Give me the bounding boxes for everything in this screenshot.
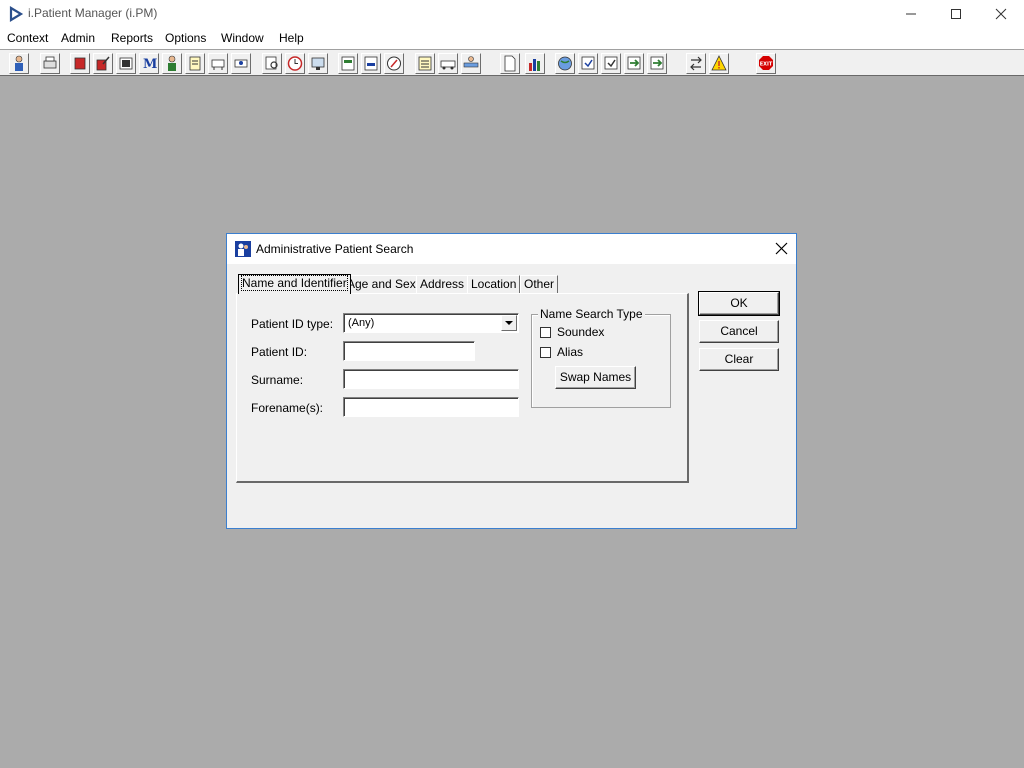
swap-names-button[interactable]: Swap Names <box>555 366 636 389</box>
book-icon[interactable] <box>70 53 90 74</box>
svg-text:M: M <box>143 57 157 72</box>
surname-input[interactable] <box>343 369 519 389</box>
clock-icon[interactable] <box>285 53 305 74</box>
transfer-icon[interactable] <box>624 53 644 74</box>
tab-age-and-sex[interactable]: Age and Sex <box>343 275 420 294</box>
transfer-2-icon[interactable] <box>647 53 667 74</box>
tab-address[interactable]: Address <box>416 275 469 294</box>
referral-icon[interactable] <box>208 53 228 74</box>
soundex-label: Soundex <box>557 325 605 339</box>
compass-icon[interactable] <box>384 53 404 74</box>
search-doc-icon[interactable] <box>262 53 282 74</box>
app-title: i.Patient Manager (i.PM) <box>28 6 158 20</box>
menu-window[interactable]: Window <box>221 31 264 45</box>
alias-checkbox[interactable] <box>540 347 551 358</box>
letter-m-icon[interactable]: M <box>139 53 159 74</box>
name-search-type-legend: Name Search Type <box>538 307 645 321</box>
surname-label: Surname: <box>251 373 304 387</box>
bar-chart-icon[interactable] <box>525 53 545 74</box>
clear-button[interactable]: Clear <box>699 348 779 371</box>
menu-reports[interactable]: Reports <box>111 31 153 45</box>
chart-card-2-icon[interactable] <box>361 53 381 74</box>
patient-id-type-select[interactable]: (Any) <box>343 313 519 333</box>
minimize-button[interactable] <box>888 0 934 28</box>
menu-help[interactable]: Help <box>279 31 304 45</box>
person-icon[interactable] <box>9 53 29 74</box>
app-title-bar: i.Patient Manager (i.PM) <box>0 0 1024 28</box>
tab-name-and-identifier[interactable]: Name and Identifier <box>238 274 351 294</box>
bed-icon[interactable] <box>461 53 481 74</box>
toolbar: M EXIT <box>0 49 1024 76</box>
patient-search-dialog: Administrative Patient Search Name and I… <box>226 233 797 529</box>
notes-icon[interactable] <box>185 53 205 74</box>
edit-icon[interactable] <box>93 53 113 74</box>
patient-id-type-value: (Any) <box>348 317 375 329</box>
warning-icon[interactable] <box>709 53 729 74</box>
menu-bar: Context Admin Reports Options Window Hel… <box>0 28 1024 49</box>
exit-icon[interactable]: EXIT <box>756 53 776 74</box>
referral-2-icon[interactable] <box>231 53 251 74</box>
patient-id-type-label: Patient ID type: <box>251 317 334 331</box>
cancel-button[interactable]: Cancel <box>699 320 779 343</box>
patient-id-input[interactable] <box>343 341 475 361</box>
forenames-input[interactable] <box>343 397 519 417</box>
svg-text:EXIT: EXIT <box>760 62 773 68</box>
printer-icon[interactable] <box>40 53 60 74</box>
chart-card-icon[interactable] <box>338 53 358 74</box>
soundex-checkbox[interactable] <box>540 327 551 338</box>
ok-button[interactable]: OK <box>698 291 780 316</box>
alias-label: Alias <box>557 345 584 359</box>
check-doc-icon[interactable] <box>578 53 598 74</box>
globe-icon[interactable] <box>555 53 575 74</box>
ambulance-icon[interactable] <box>438 53 458 74</box>
monitor-icon[interactable] <box>308 53 328 74</box>
dialog-title: Administrative Patient Search <box>256 242 414 256</box>
doctor-icon[interactable] <box>162 53 182 74</box>
close-window-button[interactable] <box>978 0 1024 28</box>
swap-icon[interactable] <box>686 53 706 74</box>
scan-icon[interactable] <box>116 53 136 74</box>
tab-other[interactable]: Other <box>520 275 559 294</box>
forenames-label: Forename(s): <box>251 401 324 415</box>
document-icon[interactable] <box>500 53 520 74</box>
list-icon[interactable] <box>415 53 435 74</box>
check-doc-2-icon[interactable] <box>601 53 621 74</box>
menu-context[interactable]: Context <box>7 31 48 45</box>
patient-id-label: Patient ID: <box>251 345 308 359</box>
dialog-close-button[interactable] <box>767 234 796 264</box>
menu-admin[interactable]: Admin <box>61 31 95 45</box>
dropdown-arrow-icon[interactable] <box>501 315 517 331</box>
tab-location[interactable]: Location <box>467 275 521 294</box>
menu-options[interactable]: Options <box>165 31 206 45</box>
maximize-button[interactable] <box>933 0 979 28</box>
dialog-title-bar: Administrative Patient Search <box>227 234 796 264</box>
patient-search-icon <box>235 241 251 257</box>
play-logo-icon <box>8 6 24 22</box>
